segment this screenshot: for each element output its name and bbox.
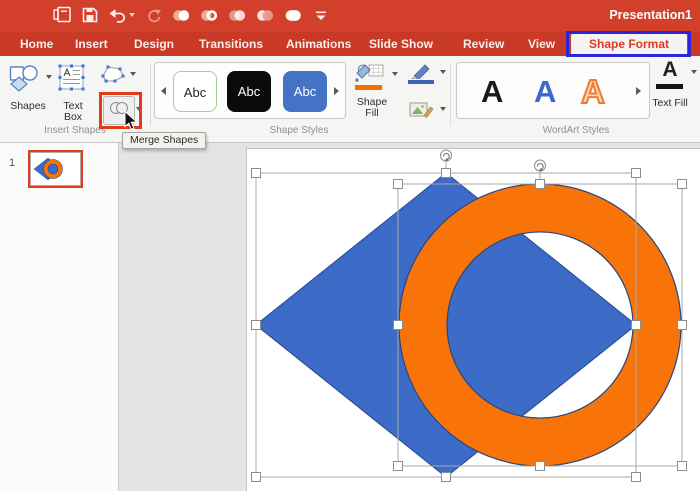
merge-subtract-icon[interactable]: [283, 6, 303, 24]
title-bar: Presentation1: [0, 0, 700, 32]
tab-review[interactable]: Review: [463, 32, 504, 56]
shapes-icon: [8, 65, 42, 96]
shape-effects-icon: [409, 102, 435, 124]
tab-insert[interactable]: Insert: [75, 32, 108, 56]
shape-style-swatch-3[interactable]: Abc: [283, 71, 327, 112]
slide-shapes-layer: [251, 149, 687, 482]
edit-shape-button[interactable]: [100, 64, 126, 86]
undo-button[interactable]: [108, 7, 135, 23]
quick-access-toolbar: [52, 6, 331, 24]
shape-fill-button[interactable]: [354, 62, 390, 94]
tab-view[interactable]: View: [528, 32, 555, 56]
tab-design[interactable]: Design: [134, 32, 174, 56]
slide-thumbnail-panel: 1: [0, 143, 119, 491]
powerpoint-window: Presentation1 Home Insert Design Transit…: [0, 0, 700, 491]
tab-slide-show[interactable]: Slide Show: [369, 32, 433, 56]
shape-effects-dropdown-caret[interactable]: [440, 107, 446, 111]
diamond-rotation-handle[interactable]: [440, 149, 452, 169]
text-box-icon: [58, 64, 85, 95]
workspace: 1: [0, 143, 700, 491]
merge-combine-icon[interactable]: [199, 6, 219, 24]
text-fill-dropdown-caret[interactable]: [691, 70, 697, 74]
shape-fill-color-bar: [355, 85, 382, 90]
merge-shapes-button[interactable]: [103, 96, 135, 125]
edit-shape-dropdown-caret[interactable]: [130, 72, 136, 76]
wordart-scroll-right-icon[interactable]: [636, 87, 641, 95]
wordart-sample-orange[interactable]: A: [580, 70, 606, 114]
new-presentation-icon[interactable]: [52, 6, 72, 24]
shape-fill-dropdown-caret[interactable]: [392, 72, 398, 76]
donut-rotation-handle[interactable]: [534, 159, 546, 180]
text-box-label-line2: Box: [63, 111, 83, 123]
toolbar-options-icon[interactable]: [311, 6, 331, 24]
redo-icon[interactable]: [143, 6, 163, 24]
shape-outline-button[interactable]: [408, 63, 436, 87]
text-fill-label: Text Fill: [652, 97, 688, 109]
text-fill-button[interactable]: A: [652, 58, 688, 94]
window-title: Presentation1: [609, 8, 692, 22]
wordart-sample-black[interactable]: A: [481, 70, 503, 114]
slide-number: 1: [9, 157, 16, 169]
ribbon-tab-bar: Home Insert Design Transitions Animation…: [0, 32, 700, 56]
save-icon[interactable]: [80, 6, 100, 24]
gallery-scroll-right-icon[interactable]: [334, 87, 339, 95]
shapes-dropdown-caret[interactable]: [46, 75, 52, 79]
shapes-button-label: Shapes: [10, 100, 46, 112]
wordart-group-label: WordArt Styles: [542, 125, 610, 136]
merge-union-icon[interactable]: [171, 6, 191, 24]
shape-style-swatch-2[interactable]: Abc: [227, 71, 271, 112]
shape-fill-label-line2: Fill: [365, 107, 379, 119]
shape-outline-dropdown-caret[interactable]: [440, 70, 446, 74]
tab-shape-format[interactable]: Shape Format: [571, 33, 687, 56]
tab-animations[interactable]: Animations: [286, 32, 351, 56]
tab-home[interactable]: Home: [20, 32, 53, 56]
merge-shapes-icon: [108, 100, 130, 121]
shape-effects-button[interactable]: [409, 100, 435, 120]
group-separator: [450, 64, 451, 126]
shapes-button[interactable]: [8, 62, 48, 96]
merge-fragment-icon[interactable]: [227, 6, 247, 24]
shape-style-swatch-1[interactable]: Abc: [173, 71, 217, 112]
gallery-scroll-left-icon[interactable]: [161, 87, 166, 95]
merge-intersect-icon[interactable]: [255, 6, 275, 24]
edit-points-icon: [100, 65, 126, 89]
tab-transitions[interactable]: Transitions: [199, 32, 263, 56]
annotation-box-slide-thumbnail: [28, 150, 83, 188]
merge-shapes-tooltip: Merge Shapes: [122, 132, 207, 149]
wordart-sample-blue[interactable]: A: [534, 70, 556, 114]
ribbon: Shapes Text Box Insert Shapes Abc Abc Ab…: [0, 56, 700, 143]
slide-1-thumbnail[interactable]: [30, 152, 81, 186]
text-box-button[interactable]: [58, 64, 86, 92]
slide-canvas[interactable]: [246, 148, 700, 491]
undo-dropdown-caret[interactable]: [129, 13, 135, 17]
shape-outline-color-bar: [408, 80, 434, 84]
text-fill-color-bar: [656, 84, 683, 89]
group-separator: [150, 64, 151, 126]
merge-shapes-dropdown-caret[interactable]: [136, 107, 142, 111]
text-fill-icon: A: [662, 58, 678, 81]
wordart-gallery: A A A: [456, 62, 650, 119]
shape-styles-gallery: Abc Abc Abc: [154, 62, 346, 119]
